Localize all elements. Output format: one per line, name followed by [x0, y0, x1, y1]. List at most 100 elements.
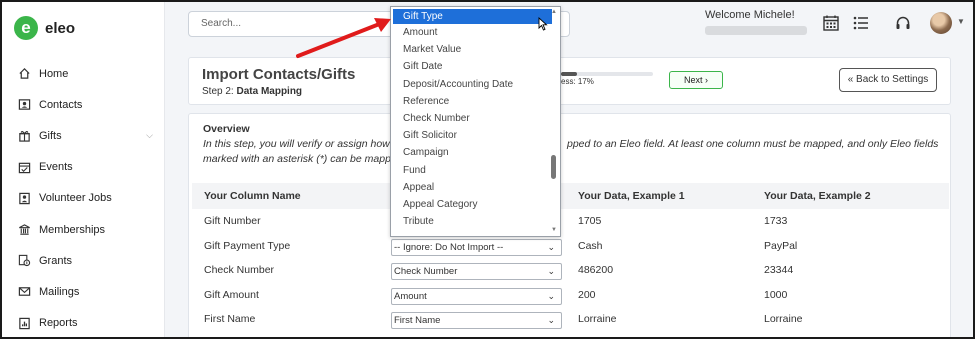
home-icon	[17, 67, 31, 81]
chevron-down-icon[interactable]: ▼	[957, 17, 965, 26]
sidebar-item-label: Volunteer Jobs	[39, 192, 112, 205]
example-2: PayPal	[764, 240, 798, 252]
sidebar-item-gifts[interactable]: Gifts ⌵	[2, 120, 165, 151]
example-1: 486200	[578, 264, 614, 276]
dropdown-option[interactable]: Campaign	[391, 144, 560, 161]
sidebar-nav: Home Contacts Gifts ⌵ Events Volunteer J…	[2, 58, 165, 338]
example-1: Lorraine	[578, 313, 617, 325]
sidebar-item-label: Memberships	[39, 223, 106, 236]
column-name: Check Number	[204, 264, 275, 276]
mail-icon	[17, 285, 31, 299]
sidebar-item-reports[interactable]: Reports	[2, 308, 165, 338]
contacts-icon	[17, 98, 31, 112]
headset-icon[interactable]	[894, 14, 912, 32]
column-name: Gift Number	[204, 215, 261, 227]
sidebar-item-label: Grants	[39, 254, 73, 267]
select-value: Amount	[394, 291, 427, 302]
reports-icon	[17, 316, 31, 330]
sidebar-item-mailings[interactable]: Mailings	[2, 276, 165, 307]
dropdown-option[interactable]: Fund	[391, 162, 560, 179]
table-header: Your Column Name Your Data, Example 1 Yo…	[192, 183, 949, 209]
sidebar-item-grants[interactable]: Grants	[2, 245, 165, 276]
sidebar-item-volunteer-jobs[interactable]: Volunteer Jobs	[2, 183, 165, 214]
dropdown-option[interactable]: Market Value	[391, 41, 560, 58]
step-prefix: Step 2:	[202, 86, 234, 97]
field-mapping-select[interactable]: Amount ⌄	[391, 288, 562, 305]
chevron-down-icon: ⌄	[547, 315, 555, 325]
example-2: 1000	[764, 289, 788, 301]
dropdown-option-selected[interactable]: Gift Type	[393, 9, 552, 24]
avatar[interactable]	[930, 12, 952, 34]
grants-icon	[17, 254, 31, 268]
column-name: Gift Payment Type	[204, 240, 291, 252]
example-1: Cash	[578, 240, 603, 252]
next-label: Next	[683, 75, 703, 85]
chevron-down-icon[interactable]: ⌵	[146, 130, 153, 141]
gift-icon	[17, 129, 31, 143]
step-name: Data Mapping	[236, 86, 303, 97]
sidebar-item-contacts[interactable]: Contacts	[2, 89, 165, 120]
overview-text-right: pped to an Eleo field. At least one colu…	[567, 138, 939, 150]
scroll-down-icon[interactable]: ▼	[551, 227, 557, 233]
field-mapping-dropdown[interactable]: Gift Type Amount Market Value Gift Date …	[390, 6, 561, 237]
sidebar-item-home[interactable]: Home	[2, 58, 165, 89]
dropdown-option[interactable]: Gift Date	[391, 58, 560, 75]
sidebar: e eleo Home Contacts Gifts ⌵ Events Volu…	[2, 2, 165, 338]
progress-fill	[561, 72, 577, 76]
sidebar-item-label: Events	[39, 161, 73, 174]
scrollbar-thumb[interactable]	[551, 155, 556, 179]
sidebar-item-label: Home	[39, 67, 69, 80]
step-indicator: Step 2: Data Mapping	[202, 86, 302, 97]
dropdown-scrollbar[interactable]: ▲ ▼	[550, 9, 559, 235]
example-2: 1733	[764, 215, 788, 227]
field-mapping-select[interactable]: First Name ⌄	[391, 312, 562, 329]
example-2: Lorraine	[764, 313, 803, 325]
select-value: First Name	[394, 315, 441, 326]
overview-title: Overview	[203, 123, 250, 135]
column-name: First Name	[204, 313, 256, 325]
dropdown-option[interactable]: Deposit/Accounting Date	[391, 76, 560, 93]
overview-text-line2: marked with an asterisk (*) can be mappe…	[203, 153, 403, 165]
overview-text-left: In this step, you will verify or assign …	[203, 138, 399, 150]
annotation-arrow	[296, 18, 391, 58]
column-name: Gift Amount	[204, 289, 259, 301]
column-header: Your Column Name	[204, 190, 301, 202]
app-window: e eleo Home Contacts Gifts ⌵ Events Volu…	[0, 0, 975, 339]
volunteer-icon	[17, 191, 31, 205]
field-mapping-select[interactable]: Check Number ⌄	[391, 263, 562, 280]
dropdown-option[interactable]: Gift Solicitor	[391, 127, 560, 144]
chevron-right-icon: ›	[705, 75, 709, 85]
dropdown-option[interactable]: Amount	[391, 24, 560, 41]
example-1: 1705	[578, 215, 602, 227]
mouse-cursor-icon	[538, 17, 548, 31]
import-header: Import Contacts/Gifts Step 2: Data Mappi…	[188, 57, 951, 105]
select-value: -- Ignore: Do Not Import --	[394, 242, 504, 253]
progress-label: ess: 17%	[561, 77, 594, 86]
sidebar-item-label: Contacts	[39, 98, 83, 111]
list-icon[interactable]	[852, 14, 870, 32]
sidebar-item-label: Mailings	[39, 285, 80, 298]
sidebar-item-label: Reports	[39, 317, 78, 330]
dropdown-option[interactable]: Tribute	[391, 213, 560, 230]
logo[interactable]: e eleo	[14, 16, 75, 40]
back-to-settings-button[interactable]: « Back to Settings	[839, 68, 937, 92]
scroll-up-icon[interactable]: ▲	[551, 9, 557, 15]
column-header: Your Data, Example 2	[764, 190, 871, 202]
progress-bar	[561, 72, 653, 76]
sidebar-item-events[interactable]: Events	[2, 152, 165, 183]
calendar-icon[interactable]	[822, 14, 840, 32]
dropdown-option[interactable]: Appeal	[391, 179, 560, 196]
dropdown-option[interactable]: Appeal Category	[391, 196, 560, 213]
mapping-card: Overview In this step, you will verify o…	[188, 113, 951, 337]
chevron-down-icon: ⌄	[547, 291, 555, 301]
dropdown-option[interactable]: Reference	[391, 93, 560, 110]
dropdown-option[interactable]: Check Number	[391, 110, 560, 127]
sidebar-item-memberships[interactable]: Memberships	[2, 214, 165, 245]
field-mapping-select[interactable]: -- Ignore: Do Not Import -- ⌄	[391, 239, 562, 256]
sidebar-item-label: Gifts	[39, 129, 62, 142]
next-button[interactable]: Next ›	[669, 71, 723, 89]
chevron-down-icon: ⌄	[547, 266, 555, 276]
chevron-down-icon: ⌄	[547, 242, 555, 252]
back-label: Back to Settings	[856, 74, 929, 85]
double-chevron-left-icon: «	[847, 74, 854, 85]
